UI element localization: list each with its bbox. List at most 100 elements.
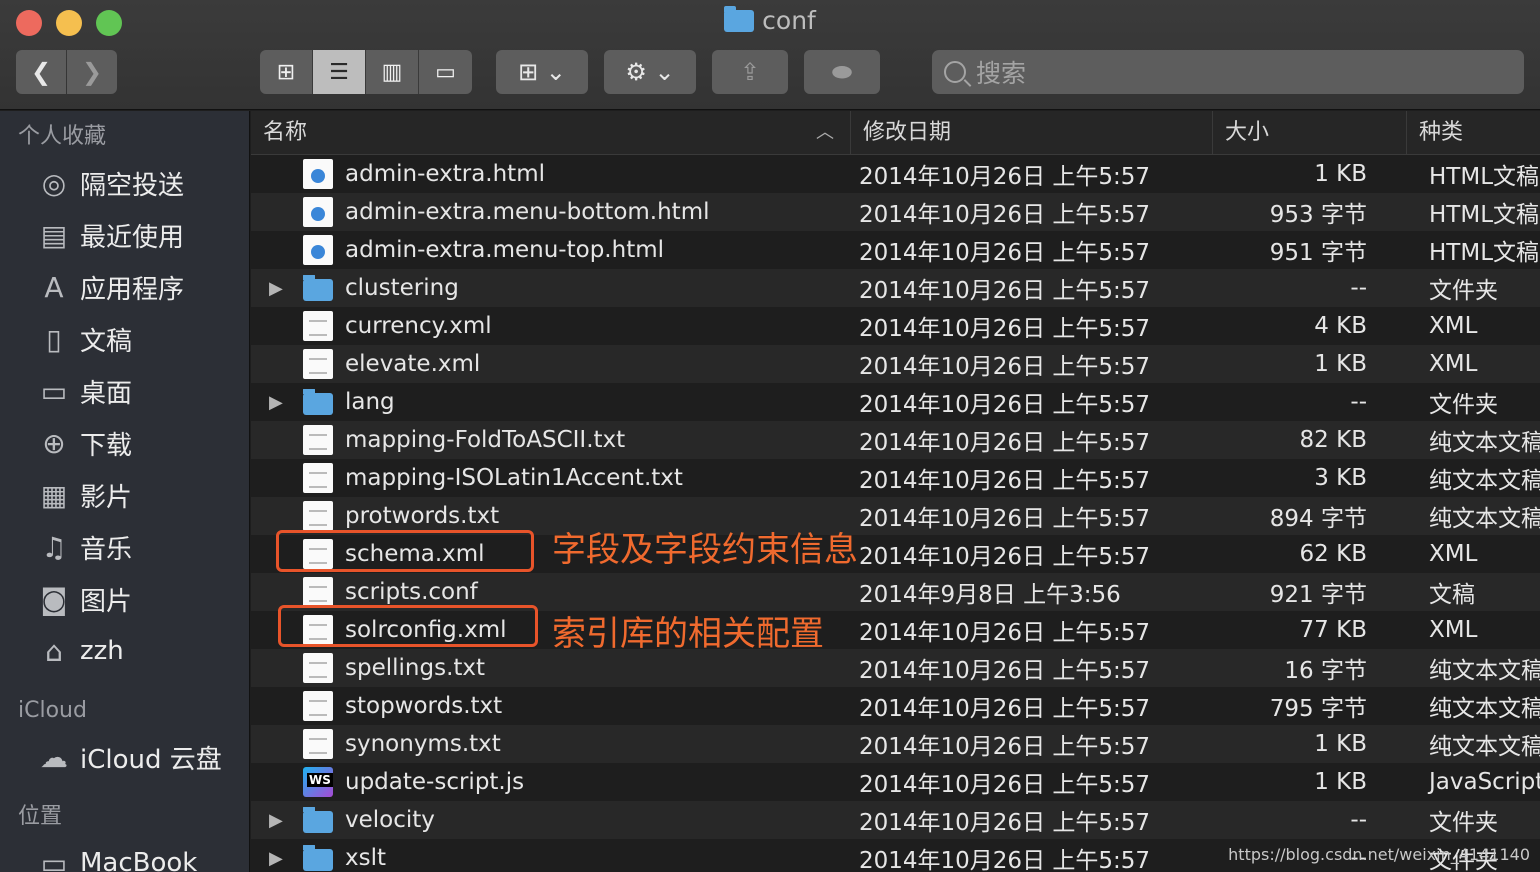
file-date: 2014年10月26日 上午5:57	[859, 164, 1151, 190]
column-header-label: 种类	[1419, 119, 1464, 145]
icon-view-button[interactable]: ⊞	[260, 50, 313, 94]
file-name: scripts.conf	[345, 579, 478, 605]
pictures-icon: ◙	[40, 582, 68, 616]
disclosure-triangle-icon[interactable]: ▶	[269, 392, 303, 413]
file-name-cell: synonyms.txt	[251, 729, 851, 759]
sidebar-item-music[interactable]: ♫ 音乐	[0, 521, 249, 573]
sidebar-item-label: MacBook	[80, 848, 198, 872]
file-name-cell: update-script.js	[251, 767, 851, 797]
sidebar-item-pictures[interactable]: ◙ 图片	[0, 573, 249, 625]
list-view-button[interactable]: ☰	[313, 50, 366, 94]
file-name: protwords.txt	[345, 503, 500, 529]
file-name-cell: mapping-FoldToASCII.txt	[251, 425, 851, 455]
column-header-label: 修改日期	[863, 119, 952, 145]
action-menu-button[interactable]: ⚙ ⌄	[604, 50, 696, 94]
file-name-cell: stopwords.txt	[251, 691, 851, 721]
file-name-cell: admin-extra.menu-top.html	[251, 235, 851, 265]
sidebar-item-applications[interactable]: A 应用程序	[0, 261, 249, 313]
sidebar-item-movies[interactable]: ▦ 影片	[0, 469, 249, 521]
movies-icon: ▦	[40, 478, 68, 512]
file-name-cell: mapping-ISOLatin1Accent.txt	[251, 463, 851, 493]
file-size: 1 KB	[1314, 731, 1367, 757]
column-header-date[interactable]: 修改日期	[851, 111, 1213, 155]
file-kind: 纯文本文稿	[1429, 430, 1540, 456]
sidebar-item-label: 图片	[80, 586, 133, 617]
file-name-cell: ▶ lang	[251, 389, 851, 415]
file-name: stopwords.txt	[345, 693, 503, 719]
file-size: 1 KB	[1314, 351, 1367, 377]
document-file-icon	[303, 653, 333, 683]
file-row[interactable]: spellings.txt 2014年10月26日 上午5:57 16 字节 纯文本文…	[251, 649, 1540, 687]
file-name-cell: ▶ velocity	[251, 807, 851, 833]
file-row[interactable]: currency.xml 2014年10月26日 上午5:57 4 KB XML	[251, 307, 1540, 345]
file-name: lang	[345, 389, 395, 415]
folder-icon	[303, 845, 333, 871]
file-name: admin-extra.menu-bottom.html	[345, 199, 710, 225]
window-title-text: conf	[762, 6, 816, 35]
file-date: 2014年10月26日 上午5:57	[859, 316, 1151, 342]
sidebar-item-recents[interactable]: ▤ 最近使用	[0, 209, 249, 261]
file-kind: HTML文稿	[1429, 202, 1540, 228]
file-size: 795 字节	[1269, 696, 1367, 722]
html-file-icon	[303, 197, 333, 227]
file-date: 2014年9月8日 上午3:56	[859, 582, 1121, 608]
sidebar-item-documents[interactable]: ▯ 文稿	[0, 313, 249, 365]
file-row[interactable]: synonyms.txt 2014年10月26日 上午5:57 1 KB 纯文本文稿	[251, 725, 1540, 763]
gallery-view-button[interactable]: ▭	[419, 50, 472, 94]
sidebar-item-home[interactable]: ⌂ zzh	[0, 625, 249, 677]
file-row[interactable]: elevate.xml 2014年10月26日 上午5:57 1 KB XML	[251, 345, 1540, 383]
sidebar-item-label: zzh	[80, 636, 124, 666]
file-name: admin-extra.menu-top.html	[345, 237, 665, 263]
tag-button[interactable]: ⬬	[804, 50, 880, 94]
home-icon: ⌂	[45, 634, 63, 668]
column-header-name[interactable]: 名称 ︿	[251, 111, 851, 155]
sidebar-item-label: 隔空投送	[80, 170, 185, 201]
sidebar-item-icloud-drive[interactable]: ☁ iCloud 云盘	[0, 731, 249, 783]
file-row[interactable]: admin-extra.menu-bottom.html 2014年10月26日 …	[251, 193, 1540, 231]
file-row[interactable]: admin-extra.menu-top.html 2014年10月26日 上午5…	[251, 231, 1540, 269]
column-header-kind[interactable]: 种类	[1407, 111, 1540, 155]
disclosure-triangle-icon[interactable]: ▶	[269, 848, 303, 869]
column-header-row: 名称 ︿ 修改日期 大小 种类	[251, 111, 1540, 155]
file-size: --	[1350, 389, 1367, 415]
column-header-size[interactable]: 大小	[1213, 111, 1407, 155]
folder-icon	[303, 389, 333, 415]
file-row[interactable]: update-script.js 2014年10月26日 上午5:57 1 KB Ja…	[251, 763, 1540, 801]
file-date: 2014年10月26日 上午5:57	[859, 392, 1151, 418]
document-file-icon	[303, 349, 333, 379]
file-name: update-script.js	[345, 769, 525, 795]
sidebar-item-macbook[interactable]: ▭ MacBook	[0, 837, 249, 872]
sidebar-item-airdrop[interactable]: ◎ 隔空投送	[0, 157, 249, 209]
file-row[interactable]: ▶ clustering 2014年10月26日 上午5:57 -- 文件夹	[251, 269, 1540, 307]
view-mode-segmented-control: ⊞ ☰ ▥ ▭	[260, 50, 472, 94]
tag-icon: ⬬	[831, 58, 853, 86]
file-size: 1 KB	[1314, 769, 1367, 795]
file-size: 3 KB	[1314, 465, 1367, 491]
file-row[interactable]: ▶ velocity 2014年10月26日 上午5:57 -- 文件夹	[251, 801, 1540, 839]
file-row[interactable]: admin-extra.html 2014年10月26日 上午5:57 1 KB HT…	[251, 155, 1540, 193]
disclosure-triangle-icon[interactable]: ▶	[269, 810, 303, 831]
columns-icon: ▥	[381, 59, 403, 85]
share-button[interactable]: ⇪	[712, 50, 788, 94]
document-file-icon	[303, 577, 333, 607]
file-row[interactable]: stopwords.txt 2014年10月26日 上午5:57 795 字节 纯文本…	[251, 687, 1540, 725]
chevron-right-icon: ❯	[81, 58, 103, 86]
disclosure-triangle-icon[interactable]: ▶	[269, 278, 303, 299]
file-name: spellings.txt	[345, 655, 486, 681]
file-row[interactable]: ▶ lang 2014年10月26日 上午5:57 -- 文件夹	[251, 383, 1540, 421]
group-by-button[interactable]: ⊞ ⌄	[496, 50, 588, 94]
solrconfig-highlight-box	[278, 605, 538, 647]
file-name-cell: ▶ clustering	[251, 275, 851, 301]
watermark: https://blog.csdn.net/weixin_4141140	[1228, 845, 1530, 864]
search-input[interactable]: 搜索	[932, 50, 1524, 94]
forward-button[interactable]: ❯	[67, 50, 117, 94]
file-date: 2014年10月26日 上午5:57	[859, 696, 1151, 722]
file-row[interactable]: mapping-ISOLatin1Accent.txt 2014年10月26日 上…	[251, 459, 1540, 497]
sidebar-item-desktop[interactable]: ▭ 桌面	[0, 365, 249, 417]
back-button[interactable]: ❮	[16, 50, 66, 94]
column-view-button[interactable]: ▥	[366, 50, 419, 94]
document-file-icon	[303, 311, 333, 341]
file-list: 名称 ︿ 修改日期 大小 种类 admin-extra.html 2014年10月2…	[251, 111, 1540, 872]
sidebar-item-downloads[interactable]: ⊕ 下载	[0, 417, 249, 469]
file-row[interactable]: mapping-FoldToASCII.txt 2014年10月26日 上午5:5…	[251, 421, 1540, 459]
